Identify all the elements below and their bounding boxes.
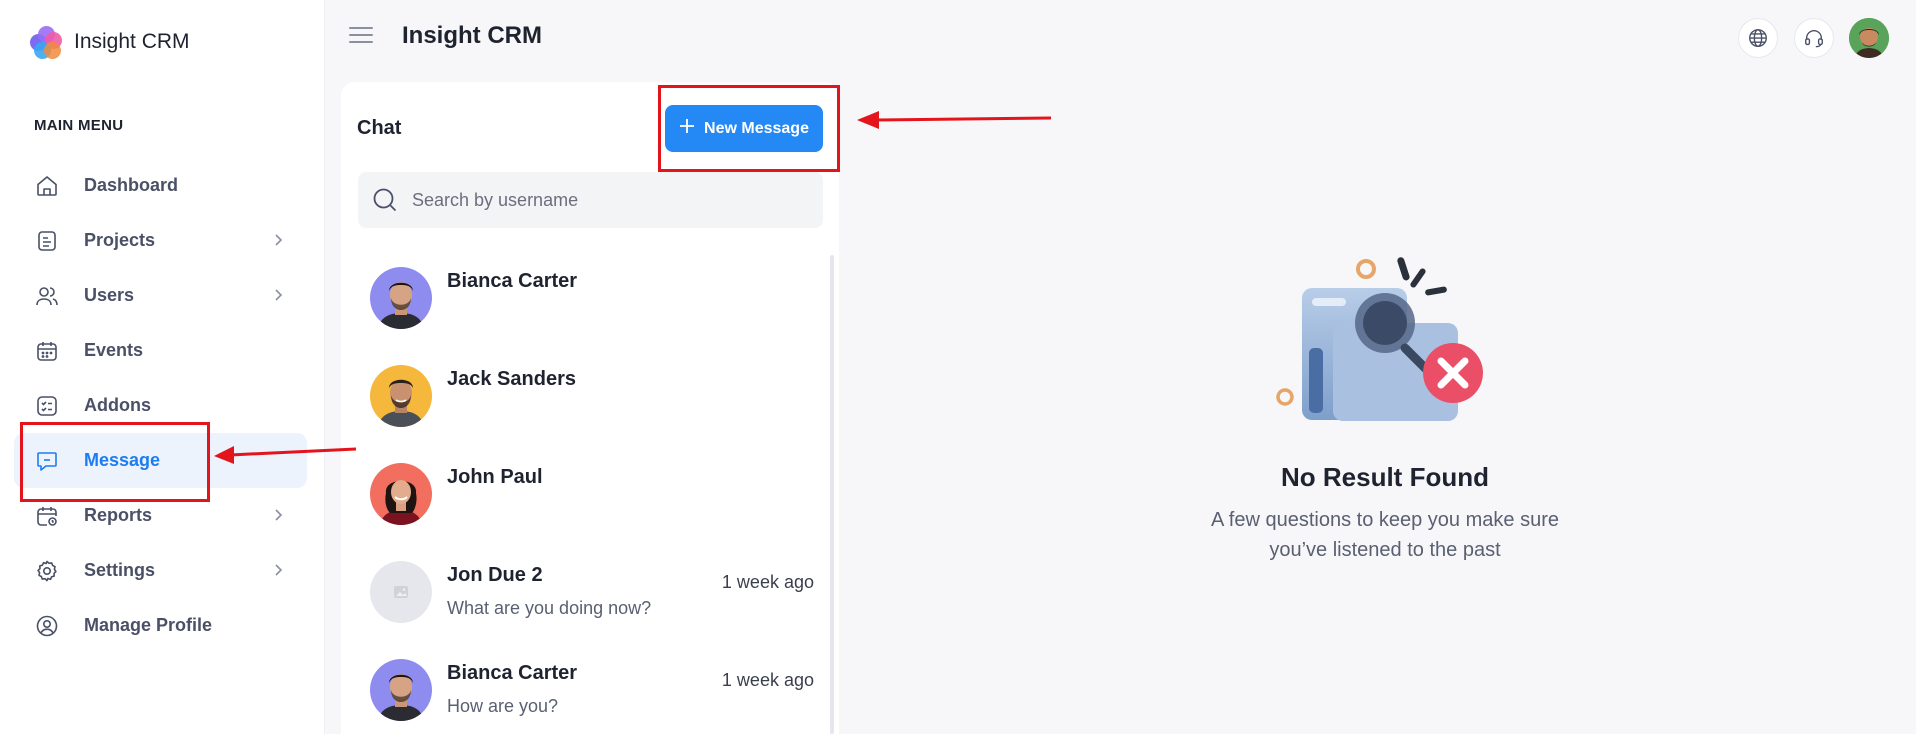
sidebar-item-label: Addons <box>84 395 151 415</box>
top-bar: Insight CRM <box>325 0 1916 76</box>
search-input[interactable] <box>412 189 802 211</box>
sidebar-item-events[interactable]: Events <box>14 323 307 378</box>
sidebar-item-projects[interactable]: Projects <box>14 213 307 268</box>
annotation-arrow-icon <box>857 111 1052 129</box>
chat-list: Bianca Carter Jack Sanders John Paul Jon… <box>341 252 831 734</box>
globe-icon[interactable] <box>1738 18 1778 58</box>
menu-title: MAIN MENU <box>34 117 124 134</box>
chevron-right-icon <box>273 508 283 527</box>
chat-timestamp: 1 week ago <box>721 572 814 592</box>
empty-state-description: A few questions to keep you make sure yo… <box>1211 509 1559 561</box>
page-title: Insight CRM <box>402 22 542 49</box>
annotation-arrow-icon <box>214 446 357 464</box>
image-placeholder-icon <box>370 561 432 623</box>
search-icon <box>372 187 398 213</box>
avatar <box>370 365 432 427</box>
brand-name: Insight CRM <box>74 30 190 53</box>
sidebar-item-label: Dashboard <box>84 175 179 195</box>
chevron-right-icon <box>273 233 283 252</box>
chat-list-scrollbar[interactable] <box>830 255 834 734</box>
search-box[interactable] <box>358 172 823 228</box>
chat-contact-name: Bianca Carter <box>447 662 578 684</box>
empty-state-title: No Result Found <box>1281 462 1489 492</box>
no-result-illustration-icon <box>1275 253 1505 428</box>
sidebar-item-manage-profile[interactable]: Manage Profile <box>14 598 307 653</box>
calendar-icon <box>34 338 60 364</box>
hamburger-menu-icon[interactable] <box>349 27 373 47</box>
headset-icon[interactable] <box>1794 18 1834 58</box>
chat-panel: Chat New Message Bianca Carter Jack Sand… <box>341 82 839 734</box>
annotation-highlight-box <box>20 422 210 502</box>
user-avatar[interactable] <box>1849 18 1889 58</box>
avatar <box>370 463 432 525</box>
calendar-report-icon <box>34 503 60 529</box>
main-menu: Dashboard Projects Users Events Addons M… <box>14 158 307 653</box>
sidebar-item-dashboard[interactable]: Dashboard <box>14 158 307 213</box>
chat-contact-name: Jack Sanders <box>447 368 576 390</box>
home-icon <box>34 173 60 199</box>
chat-list-item[interactable]: Jack Sanders <box>341 350 831 448</box>
sidebar-item-label: Reports <box>84 505 153 525</box>
sidebar: Insight CRM MAIN MENU Dashboard Projects… <box>0 0 325 734</box>
sidebar-item-label: Manage Profile <box>84 615 213 635</box>
chat-list-item[interactable]: John Paul <box>341 448 831 546</box>
chat-contact-name: Bianca Carter <box>447 270 578 292</box>
sidebar-item-users[interactable]: Users <box>14 268 307 323</box>
chat-list-item[interactable]: Bianca Carter <box>341 252 831 350</box>
annotation-highlight-box <box>658 85 840 172</box>
chevron-right-icon <box>273 288 283 307</box>
chat-contact-name: Jon Due 2 <box>447 564 543 586</box>
chat-list-item[interactable]: Jon Due 2 What are you doing now? 1 week… <box>341 546 831 644</box>
sidebar-item-label: Settings <box>84 560 156 580</box>
chat-contact-name: John Paul <box>447 466 543 488</box>
user-circle-icon <box>34 613 60 639</box>
document-icon <box>34 228 60 254</box>
chat-last-message: What are you doing now? <box>447 598 652 618</box>
users-icon <box>34 283 60 309</box>
chat-timestamp: 1 week ago <box>721 670 814 690</box>
sidebar-item-label: Projects <box>84 230 156 250</box>
chat-title: Chat <box>357 117 402 139</box>
gear-icon <box>34 558 60 584</box>
avatar <box>370 659 432 721</box>
sidebar-item-settings[interactable]: Settings <box>14 543 307 598</box>
brand-logo-icon <box>28 24 64 60</box>
sidebar-item-label: Events <box>84 340 144 360</box>
avatar <box>370 267 432 329</box>
brand[interactable]: Insight CRM <box>28 24 190 60</box>
chat-list-item[interactable]: Bianca Carter How are you? 1 week ago <box>341 644 831 734</box>
checklist-icon <box>34 393 60 419</box>
chat-last-message: How are you? <box>447 696 559 716</box>
chevron-right-icon <box>273 563 283 582</box>
sidebar-item-label: Users <box>84 285 135 305</box>
